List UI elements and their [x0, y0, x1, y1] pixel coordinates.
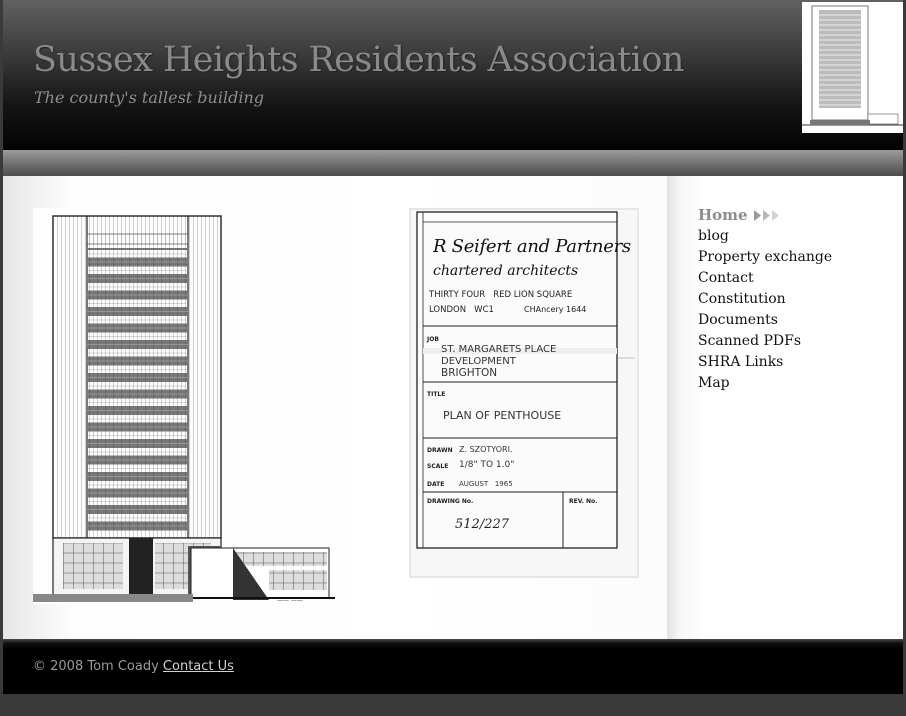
firm-subtitle: chartered architects: [433, 263, 579, 279]
firm-name: R Seifert and Partners: [433, 236, 631, 257]
date-label: DATE: [427, 481, 445, 488]
job-line-1: ST. MARGARETS PLACE: [441, 344, 557, 355]
site-footer: © 2008 Tom Coady Contact Us: [3, 639, 903, 694]
address-line-2: LONDON WC1: [429, 305, 494, 315]
title-block-text-layer: R Seifert and Partners chartered archite…: [409, 208, 639, 578]
drawn-by: Z. SZOTYORI.: [459, 445, 513, 454]
drawing-number-label: DRAWING No.: [427, 498, 474, 505]
site-title[interactable]: Sussex Heights Residents Association: [33, 40, 684, 80]
nav-item-scanned-pdfs[interactable]: Scanned PDFs: [698, 331, 832, 352]
nav-item-constitution[interactable]: Constitution: [698, 289, 832, 310]
date-value: AUGUST 1965: [459, 480, 513, 488]
tower-elevation-drawing: —— ——: [33, 208, 335, 604]
site-tagline: The county's tallest building: [34, 88, 264, 107]
copyright-text: © 2008 Tom Coady: [33, 659, 159, 674]
drawn-label: DRAWN: [427, 447, 453, 454]
nav-item-home[interactable]: Home: [698, 205, 832, 226]
drawing-number: 512/227: [455, 517, 510, 532]
building-thumbnail: [802, 2, 903, 133]
title-label: TITLE: [427, 391, 446, 398]
svg-text:—— ——: —— ——: [277, 597, 303, 604]
nav-item-label: Home: [698, 206, 748, 224]
nav-item-shra-links[interactable]: SHRA Links: [698, 352, 832, 373]
address-line-1: THIRTY FOUR RED LION SQUARE: [429, 290, 573, 300]
sidebar: Home blog Property exchange Contact Cons…: [667, 176, 903, 639]
nav-item-property-exchange[interactable]: Property exchange: [698, 247, 832, 268]
job-label: JOB: [427, 336, 439, 343]
header-subbar: [3, 150, 903, 176]
footer-text: © 2008 Tom Coady Contact Us: [33, 659, 234, 674]
contact-us-link[interactable]: Contact Us: [163, 659, 234, 674]
revision-label: REV. No.: [569, 498, 598, 505]
nav-item-map[interactable]: Map: [698, 373, 832, 394]
nav-item-documents[interactable]: Documents: [698, 310, 832, 331]
scale-label: SCALE: [427, 463, 449, 470]
job-line-2: DEVELOPMENT: [441, 356, 516, 367]
drawing-title: PLAN OF PENTHOUSE: [443, 409, 562, 422]
tower-elevation-image: —— ——: [33, 208, 335, 604]
job-line-3: BRIGHTON: [441, 367, 498, 379]
scale-value: 1/8" TO 1.0": [459, 460, 515, 470]
phone-number: CHAncery 1644: [524, 305, 587, 314]
main-nav: Home blog Property exchange Contact Cons…: [698, 205, 832, 394]
triple-arrow-icon: [753, 206, 782, 227]
nav-item-blog[interactable]: blog: [698, 226, 832, 247]
nav-item-contact[interactable]: Contact: [698, 268, 832, 289]
building-thumbnail-drawing: [802, 2, 903, 133]
site-header: Sussex Heights Residents Association The…: [3, 0, 903, 150]
